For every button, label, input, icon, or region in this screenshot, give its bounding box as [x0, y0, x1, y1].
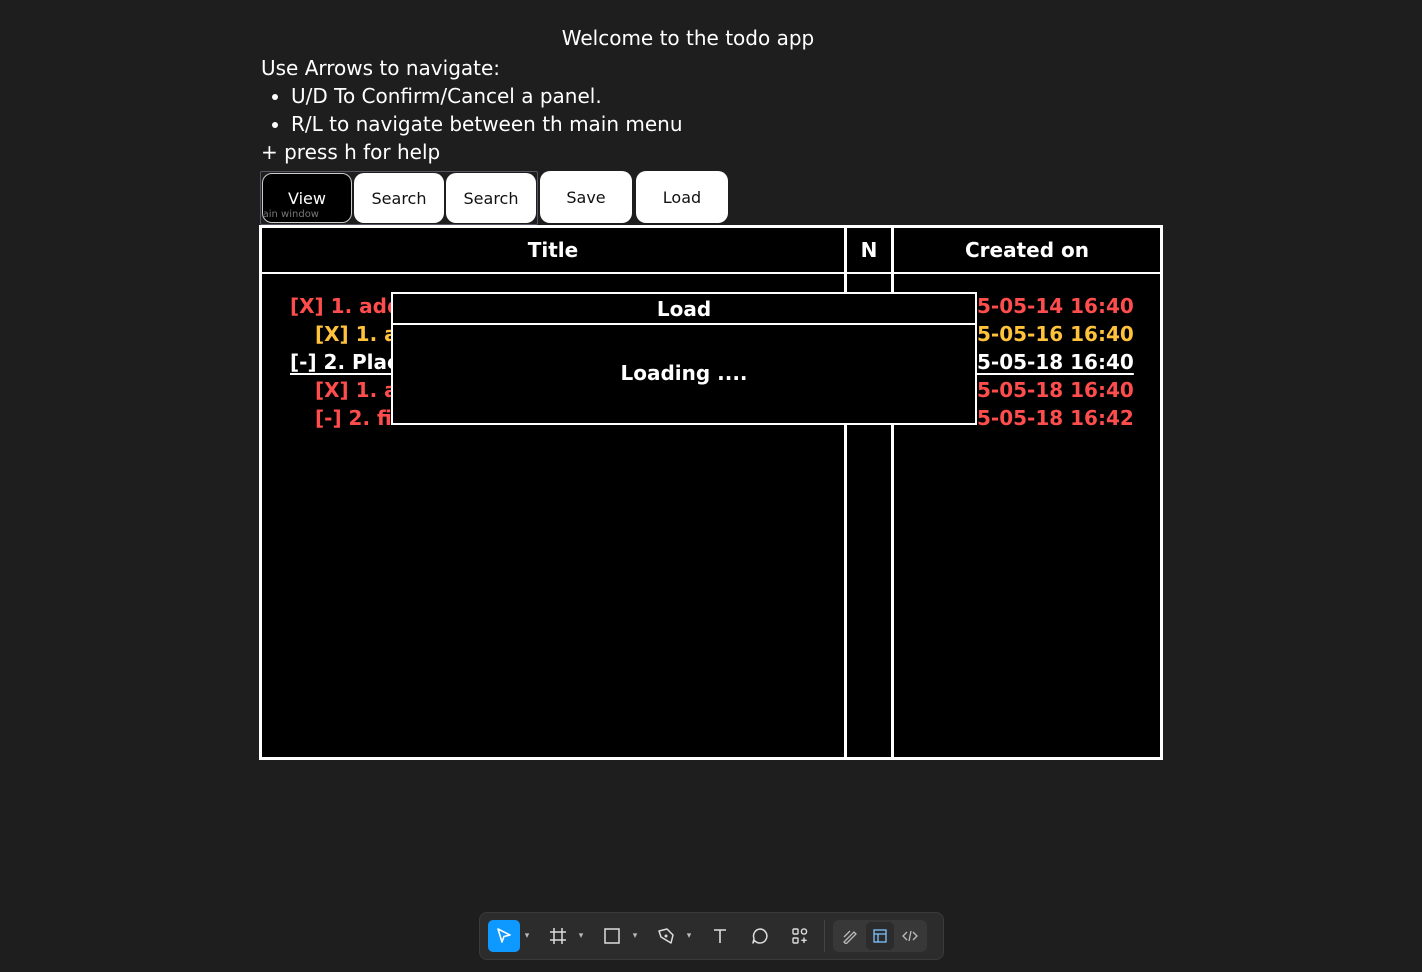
column-header-title: Title	[527, 238, 579, 262]
tab-view-sub: Main window	[264, 209, 319, 220]
tab-search-2[interactable]: Search	[446, 173, 536, 223]
rectangle-icon[interactable]	[596, 920, 628, 952]
todo-row-date: 5-05-18 16:40	[977, 350, 1134, 374]
dev-mode-icon[interactable]	[896, 922, 924, 950]
load-dialog: Load Loading ....	[391, 292, 977, 425]
chevron-down-icon[interactable]: ▾	[628, 931, 642, 941]
instruction-item: R/L to navigate between th main menu	[291, 110, 683, 138]
instruction-item: U/D To Confirm/Cancel a panel.	[291, 82, 683, 110]
column-header-created: Created on	[965, 238, 1089, 262]
tab-group: View Main window Search Search	[260, 171, 538, 225]
tab-view-label: View	[288, 188, 326, 208]
tab-load[interactable]: Load	[636, 171, 728, 223]
design-mode-icon[interactable]	[866, 922, 894, 950]
move-icon[interactable]	[488, 920, 520, 952]
header-divider	[262, 272, 1160, 274]
draw-mode-icon[interactable]	[836, 922, 864, 950]
app-title: Welcome to the todo app	[561, 26, 815, 50]
dialog-title: Load	[393, 294, 975, 325]
todo-row-title[interactable]: [-] 2. fir	[315, 406, 402, 430]
frame-icon[interactable]	[542, 920, 574, 952]
instruction-list: U/D To Confirm/Cancel a panel. R/L to na…	[261, 82, 683, 138]
todo-row-date: 5-05-16 16:40	[977, 322, 1134, 346]
toolbar-separator	[824, 920, 825, 952]
help-hint: + press h for help	[261, 140, 441, 164]
pen-icon[interactable]	[650, 920, 682, 952]
chevron-down-icon[interactable]: ▾	[574, 931, 588, 941]
chevron-down-icon[interactable]: ▾	[682, 931, 696, 941]
tab-view[interactable]: View Main window	[262, 173, 352, 223]
text-icon[interactable]	[704, 920, 736, 952]
main-menu: View Main window Search Search Save Load	[260, 171, 730, 225]
instructions: Use Arrows to navigate:	[261, 56, 501, 80]
tab-save[interactable]: Save	[540, 171, 632, 223]
todo-row-date: 5-05-14 16:40	[977, 294, 1134, 318]
chevron-down-icon[interactable]: ▾	[520, 931, 534, 941]
column-header-n: N	[860, 238, 878, 262]
help-text: Use Arrows to navigate: U/D To Confirm/C…	[261, 54, 683, 166]
comment-icon[interactable]	[744, 920, 776, 952]
todo-row-date: 5-05-18 16:40	[977, 378, 1134, 402]
mode-switcher	[833, 920, 927, 952]
tab-search[interactable]: Search	[354, 173, 444, 223]
todo-row-date: 5-05-18 16:42	[977, 406, 1134, 430]
design-toolbar: ▾ ▾ ▾ ▾	[479, 912, 944, 960]
loading-message: Loading ....	[620, 361, 748, 385]
components-icon[interactable]	[784, 920, 816, 952]
